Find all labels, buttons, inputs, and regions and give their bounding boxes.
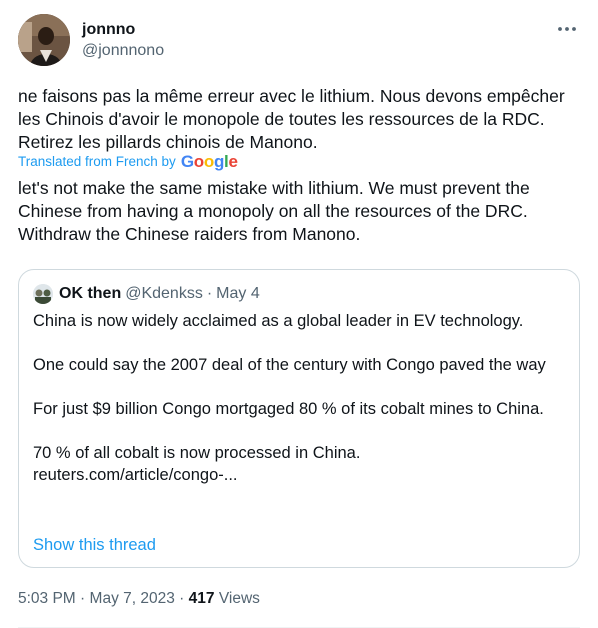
tweet-date[interactable]: May 7, 2023 — [90, 590, 175, 607]
quoted-tweet[interactable]: OK then @Kdenkss · May 4 China is now wi… — [18, 269, 580, 568]
quoted-line: 70 % of all cobalt is now processed in C… — [33, 444, 361, 462]
tweet-header: jonnno @jonnnono — [18, 12, 582, 72]
author-avatar[interactable] — [18, 14, 70, 66]
tweet-time[interactable]: 5:03 PM — [18, 590, 76, 607]
author-name[interactable]: jonnno — [82, 20, 164, 40]
quoted-author-handle[interactable]: @Kdenkss — [125, 284, 203, 304]
translated-by-label: Translated from French by — [18, 154, 176, 169]
quoted-separator: · — [206, 285, 213, 302]
quoted-line: One could say the 2007 deal of the centu… — [33, 356, 546, 374]
views-count: 417 — [188, 590, 215, 607]
meta-separator: · — [179, 590, 185, 607]
quoted-line: For just $9 billion Congo mortgaged 80 %… — [33, 400, 544, 418]
google-logo: Google — [180, 152, 238, 171]
translation-attribution[interactable]: Translated from French by Google — [18, 152, 238, 172]
author-info: jonnno @jonnnono — [82, 20, 164, 62]
tweet-translated-text: let's not make the same mistake with lit… — [18, 178, 530, 244]
quoted-tweet-header: OK then @Kdenkss · May 4 — [33, 284, 260, 304]
quoted-link: reuters.com/article/congo-... — [33, 466, 238, 484]
quoted-tweet-body: China is now widely acclaimed as a globa… — [33, 310, 563, 486]
author-handle[interactable]: @jonnnono — [82, 40, 164, 62]
quoted-line: China is now widely acclaimed as a globa… — [33, 312, 524, 330]
avatar-image — [18, 14, 70, 66]
quoted-author-name[interactable]: OK then — [59, 284, 121, 304]
quoted-date[interactable]: May 4 — [216, 284, 260, 304]
show-thread-link[interactable]: Show this thread — [33, 534, 156, 556]
quoted-author-avatar[interactable] — [33, 284, 53, 304]
views-label: Views — [218, 590, 260, 607]
tweet-original-text: ne faisons pas la même erreur avec le li… — [18, 86, 565, 152]
more-horizontal-icon[interactable] — [556, 22, 578, 36]
meta-separator: · — [80, 590, 86, 607]
tweet-meta: 5:03 PM · May 7, 2023 · 417 Views — [18, 589, 260, 609]
